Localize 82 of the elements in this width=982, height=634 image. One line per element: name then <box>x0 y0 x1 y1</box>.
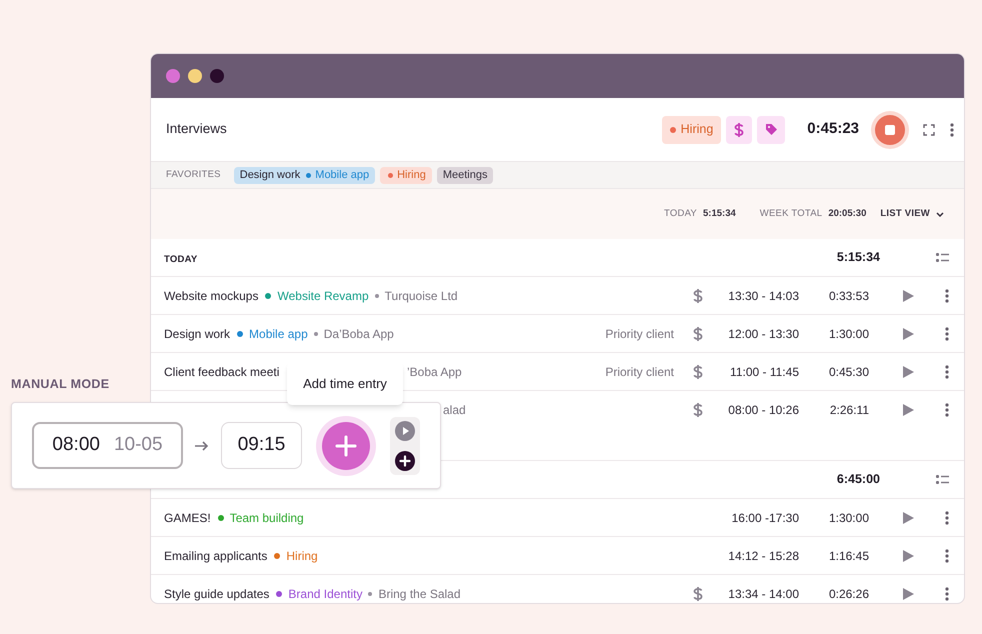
client-name: Turquoise Ltd <box>384 288 458 304</box>
project-name: Mobile app <box>249 326 308 342</box>
plus-icon <box>335 434 357 456</box>
project-name: Hiring <box>286 548 318 564</box>
window-control[interactable] <box>188 69 202 83</box>
client-name: Da’Boba App <box>324 326 394 342</box>
play-icon[interactable] <box>903 290 914 302</box>
day-label: TODAY <box>164 254 198 264</box>
entry-title: Client feedback meeti <box>164 364 280 378</box>
list-icon[interactable] <box>936 475 949 484</box>
duration: 2:26:11 <box>828 402 869 418</box>
today-total: 5:15:34 <box>703 206 736 221</box>
play-icon[interactable] <box>903 328 914 340</box>
day-total: 5:15:34 <box>836 249 880 266</box>
end-time-field[interactable]: 09:15 <box>221 422 302 469</box>
tag-icon <box>764 123 778 136</box>
stop-icon <box>885 124 895 134</box>
timer-display: 0:45:23 <box>807 119 859 140</box>
play-icon[interactable] <box>903 550 914 562</box>
play-icon[interactable] <box>903 404 914 416</box>
add-entry-button[interactable] <box>322 422 370 470</box>
more-options-icon[interactable] <box>950 122 954 136</box>
time-range: 08:00 - 10:26 <box>727 402 799 418</box>
list-icon[interactable] <box>936 253 949 262</box>
more-options-icon[interactable] <box>945 364 949 378</box>
time-range: 14:12 - 15:28 <box>727 548 799 564</box>
duration: 1:30:00 <box>828 326 869 342</box>
duration: 0:33:53 <box>828 288 869 304</box>
time-range: 11:00 - 11:45 <box>729 364 799 380</box>
more-options-icon[interactable] <box>945 326 949 340</box>
duration: 0:26:26 <box>828 586 869 602</box>
favorites-label: FAVORITES <box>166 168 221 182</box>
view-dropdown[interactable]: LIST VIEW <box>880 206 944 222</box>
tag-button[interactable] <box>757 116 786 144</box>
duration: 1:30:00 <box>828 510 869 526</box>
more-options-icon[interactable] <box>945 402 949 416</box>
favorite-chip[interactable]: Design work Mobile app <box>234 166 376 184</box>
chevron-down-icon <box>936 212 944 216</box>
arrow-right-icon <box>195 440 209 450</box>
entry-title: Emailing applicants <box>164 548 268 564</box>
play-circle-icon[interactable] <box>395 420 415 440</box>
week-total-label: WEEK TOTAL <box>760 206 822 221</box>
entry-title: Website mockups <box>164 288 258 304</box>
plus-circle-icon[interactable] <box>395 450 415 470</box>
entry-title: Design work <box>164 326 230 342</box>
today-label: TODAY <box>664 206 698 221</box>
play-icon[interactable] <box>903 588 914 600</box>
project-name: Team building <box>230 510 304 526</box>
billable-button[interactable] <box>726 116 752 144</box>
client-name: ’Boba App <box>407 364 462 380</box>
client-name: Bring the Salad <box>378 586 461 602</box>
project-name: Website Revamp <box>277 288 369 304</box>
more-options-icon[interactable] <box>945 586 949 600</box>
week-total: 20:05:30 <box>828 206 866 221</box>
time-range: 16:00 -17:30 <box>730 510 799 526</box>
play-icon[interactable] <box>903 366 914 378</box>
time-range: 12:00 - 13:30 <box>727 326 799 342</box>
favorite-chip[interactable]: Meetings <box>436 166 494 184</box>
entry-title: Style guide updates <box>164 586 270 602</box>
stop-button[interactable] <box>875 114 905 144</box>
more-options-icon[interactable] <box>945 288 949 302</box>
manual-mode-label: MANUAL MODE <box>11 376 110 393</box>
duration: 0:45:30 <box>828 364 869 380</box>
tooltip-text: Add time entry <box>303 374 387 393</box>
start-time-field[interactable]: 08:00 10-05 <box>32 422 183 469</box>
entry-tag: Priority client <box>605 324 674 342</box>
entry-title: GAMES! <box>164 510 211 526</box>
project-name: Brand Identity <box>288 586 362 602</box>
time-range: 13:30 - 14:03 <box>727 288 799 304</box>
more-options-icon[interactable] <box>945 510 949 524</box>
window-control[interactable] <box>210 69 224 83</box>
client-name: alad <box>443 402 466 418</box>
duration: 1:16:45 <box>828 548 869 564</box>
mode-switch[interactable] <box>390 416 420 474</box>
time-range: 13:34 - 14:00 <box>727 586 799 602</box>
day-total: 6:45:00 <box>836 471 880 488</box>
entry-tag: Priority client <box>605 362 674 380</box>
more-options-icon[interactable] <box>945 548 949 562</box>
timer-description[interactable]: Interviews <box>166 119 662 140</box>
fullscreen-icon[interactable] <box>923 124 935 136</box>
dollar-icon <box>734 122 744 138</box>
play-icon[interactable] <box>903 512 914 524</box>
